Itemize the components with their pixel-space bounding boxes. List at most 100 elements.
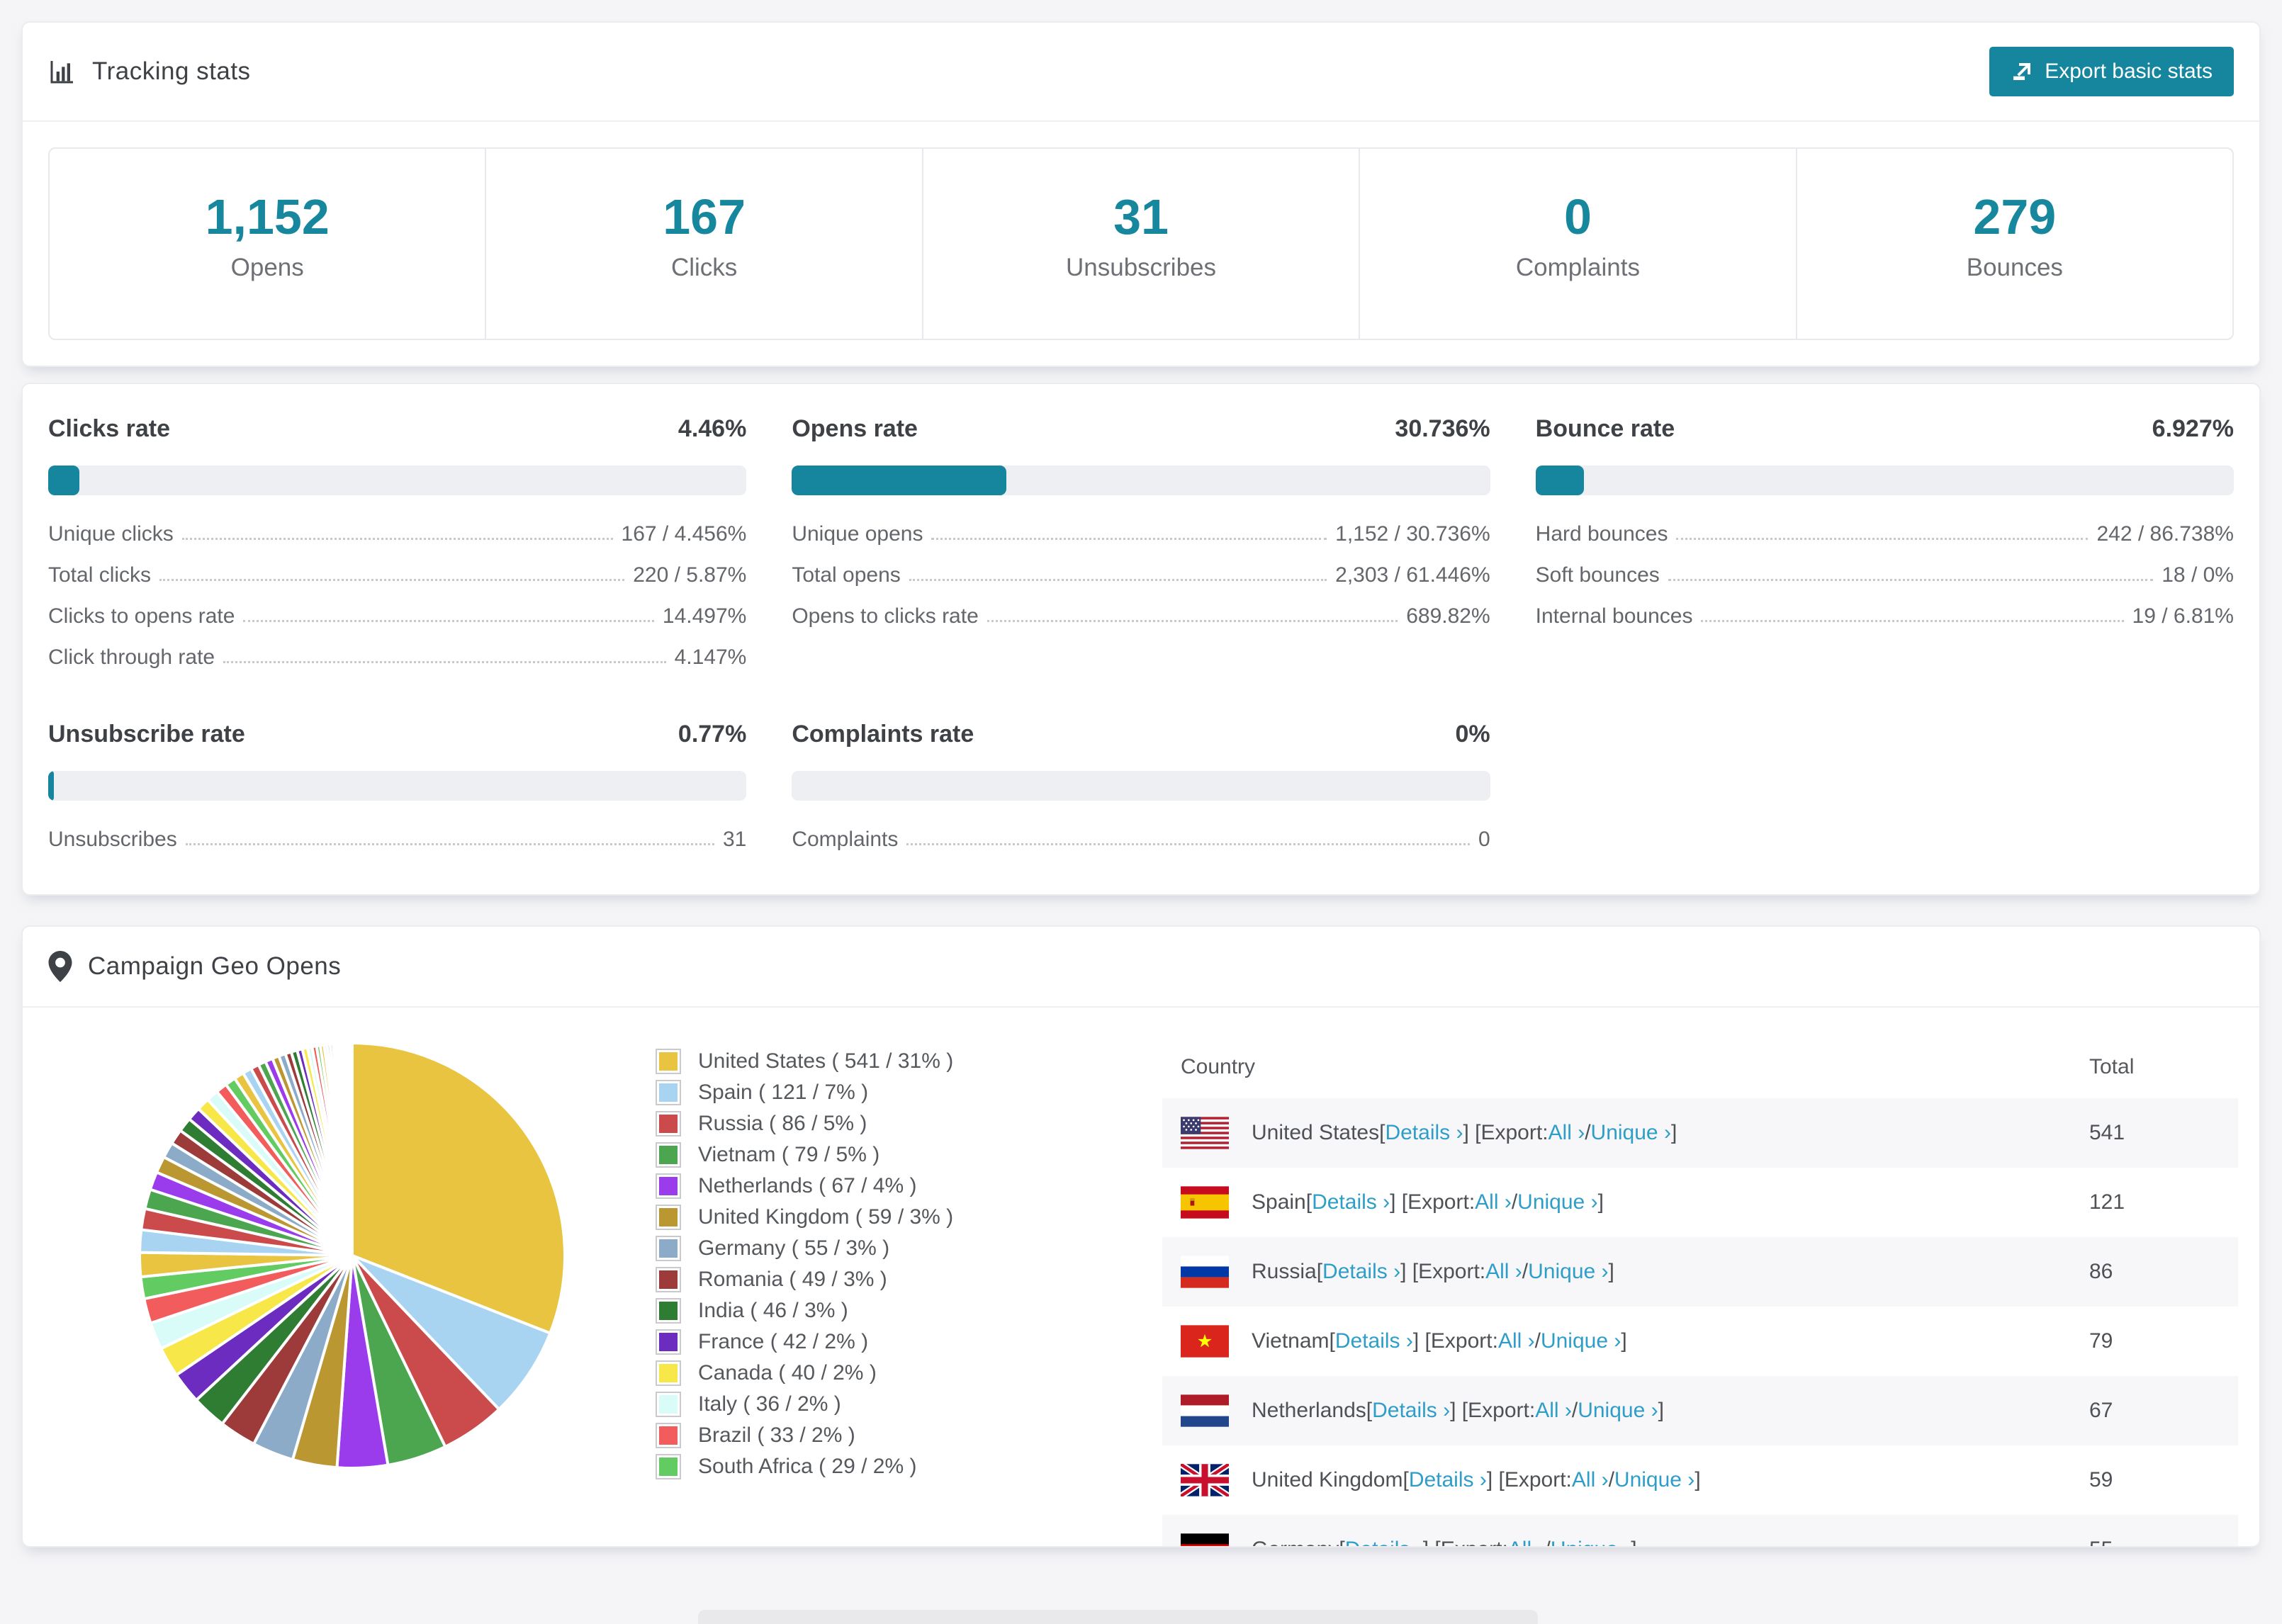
rate-detail-value: 2,303 / 61.446% xyxy=(1335,563,1490,587)
export-all-link[interactable]: All › xyxy=(1508,1538,1545,1546)
country-total: 541 xyxy=(2089,1121,2125,1144)
geo-table: Country Total United States [Details ›] … xyxy=(1162,1036,2238,1546)
rate-title: Clicks rate xyxy=(48,415,170,442)
stat-value: 31 xyxy=(1113,189,1169,244)
legend-color-swatch xyxy=(656,1142,681,1168)
export-all-link[interactable]: All › xyxy=(1485,1260,1522,1284)
legend-color-swatch xyxy=(656,1298,681,1324)
stat-summary-cell: 167 Clicks xyxy=(485,149,921,339)
export-all-link[interactable]: All › xyxy=(1548,1121,1585,1145)
rates-card: Clicks rate 4.46% Unique clicks 167 / 4.… xyxy=(21,383,2261,896)
legend-label: Romania ( 49 / 3% ) xyxy=(698,1268,887,1291)
rate-detail-value: 18 / 0% xyxy=(2162,563,2234,587)
export-unique-link[interactable]: Unique › xyxy=(1578,1399,1658,1423)
tracking-stats-card: Tracking stats Export basic stats 1,152 … xyxy=(21,21,2261,367)
country-total: 121 xyxy=(2089,1190,2125,1214)
details-link[interactable]: Details › xyxy=(1385,1121,1463,1145)
rate-detail-row: Internal bounces 19 / 6.81% xyxy=(1536,587,2234,628)
export-button-label: Export basic stats xyxy=(2045,60,2213,83)
export-all-link[interactable]: All › xyxy=(1475,1190,1512,1214)
country-name: Netherlands xyxy=(1252,1399,1366,1422)
rate-detail-value: 242 / 86.738% xyxy=(2096,522,2234,546)
legend-item: Germany ( 55 / 3% ) xyxy=(656,1233,1070,1264)
rate-detail-label: Soft bounces xyxy=(1535,563,1660,587)
legend-color-swatch xyxy=(656,1080,681,1105)
legend-color-swatch xyxy=(656,1173,681,1199)
rate-detail-value: 14.497% xyxy=(662,604,747,628)
export-unique-link[interactable]: Unique › xyxy=(1591,1121,1671,1145)
rate-progress-bar xyxy=(792,771,1490,801)
bottom-scroll-band xyxy=(698,1610,1538,1624)
details-link[interactable]: Details › xyxy=(1372,1399,1450,1423)
export-all-link[interactable]: All › xyxy=(1572,1468,1609,1492)
export-unique-link[interactable]: Unique › xyxy=(1517,1190,1597,1214)
geo-table-header: Country Total xyxy=(1162,1036,2238,1098)
legend-item: Canada ( 40 / 2% ) xyxy=(656,1358,1070,1389)
legend-color-swatch xyxy=(656,1423,681,1448)
country-flag-icon xyxy=(1181,1256,1229,1288)
details-link[interactable]: Details › xyxy=(1335,1329,1413,1353)
stats-summary-box: 1,152 Opens 167 Clicks 31 Unsubscribes 0… xyxy=(48,147,2234,340)
stat-value: 167 xyxy=(663,189,746,244)
export-unique-link[interactable]: Unique › xyxy=(1551,1538,1631,1546)
rate-progress-fill xyxy=(48,466,79,495)
export-unique-link[interactable]: Unique › xyxy=(1541,1329,1621,1353)
legend-label: United States ( 541 / 31% ) xyxy=(698,1049,954,1073)
country-flag-icon xyxy=(1181,1533,1229,1546)
country-name: Russia xyxy=(1252,1260,1317,1283)
geo-table-row: Russia [Details ›] [Export: All › / Uniq… xyxy=(1162,1237,2238,1307)
legend-label: South Africa ( 29 / 2% ) xyxy=(698,1455,917,1478)
rate-detail-value: 19 / 6.81% xyxy=(2132,604,2234,628)
stat-summary-cell: 279 Bounces xyxy=(1795,149,2232,339)
rate-progress-bar xyxy=(48,466,747,495)
rate-detail-value: 167 / 4.456% xyxy=(621,522,747,546)
rate-progress-bar xyxy=(1535,466,2234,495)
rate-title: Complaints rate xyxy=(792,721,974,748)
export-basic-stats-button[interactable]: Export basic stats xyxy=(1989,47,2234,96)
legend-item: South Africa ( 29 / 2% ) xyxy=(656,1451,1070,1482)
legend-label: Canada ( 40 / 2% ) xyxy=(698,1361,877,1385)
country-name: Germany xyxy=(1252,1538,1339,1546)
legend-color-swatch xyxy=(656,1111,681,1137)
dotted-leader xyxy=(223,661,666,663)
dotted-leader xyxy=(159,579,625,581)
rate-title: Bounce rate xyxy=(1535,415,1675,442)
export-all-link[interactable]: All › xyxy=(1535,1399,1572,1423)
dotted-leader xyxy=(1676,538,2089,540)
legend-color-swatch xyxy=(656,1205,681,1230)
stat-summary-cell: 1,152 Opens xyxy=(50,149,485,339)
export-all-link[interactable]: All › xyxy=(1498,1329,1535,1353)
rate-progress-bar xyxy=(792,466,1490,495)
stat-value: 1,152 xyxy=(205,189,330,244)
stat-label: Bounces xyxy=(1966,253,2063,281)
rate-title: Unsubscribe rate xyxy=(48,721,245,748)
legend-label: Italy ( 36 / 2% ) xyxy=(698,1392,841,1416)
stat-summary-cell: 0 Complaints xyxy=(1359,149,1795,339)
tracking-stats-header: Tracking stats Export basic stats xyxy=(23,23,2259,122)
export-unique-link[interactable]: Unique › xyxy=(1528,1260,1608,1284)
stat-value: 279 xyxy=(1973,189,2057,244)
stat-label: Clicks xyxy=(670,253,738,281)
dotted-leader xyxy=(909,579,1327,581)
rate-detail-label: Internal bounces xyxy=(1535,604,1693,628)
rate-detail-label: Opens to clicks rate xyxy=(792,604,979,628)
rate-value: 4.46% xyxy=(678,415,747,442)
legend-item: United States ( 541 / 31% ) xyxy=(656,1046,1070,1077)
details-link[interactable]: Details › xyxy=(1409,1468,1487,1492)
country-flag-icon xyxy=(1181,1325,1229,1358)
rate-detail-label: Click through rate xyxy=(48,645,215,669)
country-total: 67 xyxy=(2089,1399,2113,1422)
export-unique-link[interactable]: Unique › xyxy=(1614,1468,1694,1492)
geo-table-row: Germany [Details ›] [Export: All › / Uni… xyxy=(1162,1515,2238,1546)
legend-label: Russia ( 86 / 5% ) xyxy=(698,1112,867,1135)
stat-label: Unsubscribes xyxy=(1065,253,1217,281)
details-link[interactable]: Details › xyxy=(1345,1538,1423,1546)
rate-detail-row: Unsubscribes 31 xyxy=(48,811,746,852)
rate-detail-row: Unique clicks 167 / 4.456% xyxy=(48,505,746,546)
details-link[interactable]: Details › xyxy=(1312,1190,1390,1214)
rate-detail-label: Unsubscribes xyxy=(48,828,177,851)
map-pin-icon xyxy=(48,951,72,982)
country-name: Spain xyxy=(1252,1190,1306,1214)
details-link[interactable]: Details › xyxy=(1322,1260,1400,1284)
legend-color-swatch xyxy=(656,1360,681,1386)
